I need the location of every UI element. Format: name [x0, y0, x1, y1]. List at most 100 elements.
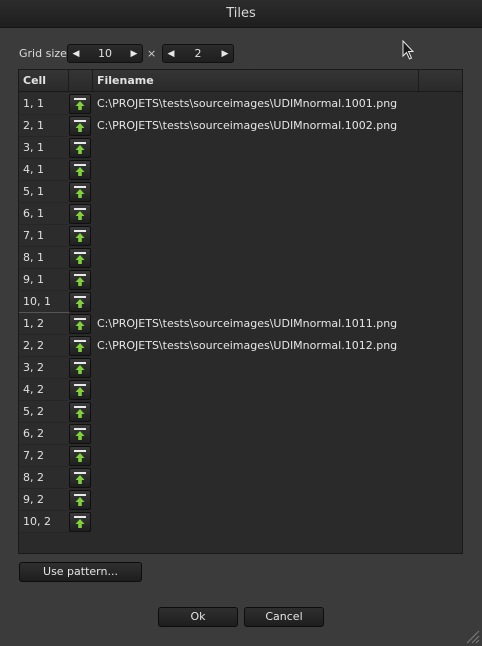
grid-rows-spinner[interactable]: ◀ 2 ▶: [162, 44, 234, 63]
load-file-icon: [74, 516, 86, 528]
table-row[interactable]: 4, 2: [19, 379, 462, 401]
load-file-icon: [74, 494, 86, 506]
table-row[interactable]: 3, 2: [19, 357, 462, 379]
ok-button[interactable]: Ok: [158, 607, 238, 627]
load-file-icon: [74, 340, 86, 352]
load-file-button[interactable]: [69, 446, 91, 466]
cell-label: 4, 1: [19, 159, 69, 181]
cell-label: 1, 1: [19, 93, 69, 115]
load-file-button[interactable]: [69, 182, 91, 202]
load-file-button[interactable]: [69, 314, 91, 334]
load-file-button[interactable]: [69, 512, 91, 532]
filename-text[interactable]: C:\PROJETS\tests\sourceimages\UDIMnormal…: [97, 93, 397, 115]
cell-label: 9, 2: [19, 489, 69, 511]
load-file-button[interactable]: [69, 336, 91, 356]
table-row[interactable]: 7, 2: [19, 445, 462, 467]
cell-label: 8, 1: [19, 247, 69, 269]
grid-cols-value[interactable]: 10: [84, 47, 126, 60]
table-row[interactable]: 6, 2: [19, 423, 462, 445]
resize-grip-icon[interactable]: [464, 628, 480, 644]
cell-label: 2, 1: [19, 115, 69, 137]
load-file-icon: [74, 274, 86, 286]
table-row[interactable]: 8, 2: [19, 467, 462, 489]
load-file-icon: [74, 406, 86, 418]
cell-label: 8, 2: [19, 467, 69, 489]
table-row[interactable]: 8, 1: [19, 247, 462, 269]
table-row[interactable]: 4, 1: [19, 159, 462, 181]
load-file-icon: [74, 362, 86, 374]
mouse-cursor-icon: [402, 40, 415, 60]
table-row[interactable]: 6, 1: [19, 203, 462, 225]
load-file-button[interactable]: [69, 226, 91, 246]
group-separator: [19, 312, 69, 313]
load-file-button[interactable]: [69, 116, 91, 136]
cell-label: 5, 2: [19, 401, 69, 423]
table-row[interactable]: 10, 1: [19, 291, 462, 313]
load-file-button[interactable]: [69, 138, 91, 158]
filename-text[interactable]: C:\PROJETS\tests\sourceimages\UDIMnormal…: [97, 115, 397, 137]
table-header: Cell Filename: [19, 70, 462, 92]
cell-label: 7, 1: [19, 225, 69, 247]
load-file-button[interactable]: [69, 402, 91, 422]
grid-rows-value[interactable]: 2: [179, 47, 217, 60]
load-file-icon: [74, 472, 86, 484]
load-file-button[interactable]: [69, 248, 91, 268]
load-file-icon: [74, 296, 86, 308]
window-title: Tiles: [226, 6, 256, 21]
load-file-button[interactable]: [69, 424, 91, 444]
table-row[interactable]: 1, 1 C:\PROJETS\tests\sourceimages\UDIMno…: [19, 93, 462, 115]
filename-text[interactable]: C:\PROJETS\tests\sourceimages\UDIMnormal…: [97, 313, 397, 335]
cell-label: 1, 2: [19, 313, 69, 335]
use-pattern-button[interactable]: Use pattern...: [19, 562, 142, 582]
load-file-icon: [74, 120, 86, 132]
header-cell[interactable]: Cell: [19, 70, 69, 91]
load-file-button[interactable]: [69, 204, 91, 224]
load-file-button[interactable]: [69, 292, 91, 312]
load-file-icon: [74, 428, 86, 440]
table-row[interactable]: 5, 1: [19, 181, 462, 203]
cancel-button[interactable]: Cancel: [244, 607, 324, 627]
table-row[interactable]: 9, 2: [19, 489, 462, 511]
arrow-right-icon[interactable]: ▶: [126, 45, 142, 62]
arrow-left-icon[interactable]: ◀: [163, 45, 179, 62]
filename-text[interactable]: C:\PROJETS\tests\sourceimages\UDIMnormal…: [97, 335, 397, 357]
cell-label: 10, 2: [19, 511, 69, 533]
load-file-button[interactable]: [69, 490, 91, 510]
table-row[interactable]: 10, 2: [19, 511, 462, 533]
table-row[interactable]: 2, 1 C:\PROJETS\tests\sourceimages\UDIMno…: [19, 115, 462, 137]
load-file-icon: [74, 186, 86, 198]
load-file-icon: [74, 318, 86, 330]
cell-label: 4, 2: [19, 379, 69, 401]
load-file-button[interactable]: [69, 270, 91, 290]
grid-size-label: Grid size:: [19, 47, 71, 60]
table-row[interactable]: 9, 1: [19, 269, 462, 291]
load-file-icon: [74, 164, 86, 176]
cell-label: 2, 2: [19, 335, 69, 357]
load-file-button[interactable]: [69, 160, 91, 180]
header-button-column[interactable]: [69, 70, 93, 91]
load-file-icon: [74, 208, 86, 220]
table-row[interactable]: 2, 2 C:\PROJETS\tests\sourceimages\UDIMno…: [19, 335, 462, 357]
grid-cols-spinner[interactable]: ◀ 10 ▶: [67, 44, 143, 63]
arrow-left-icon[interactable]: ◀: [68, 45, 84, 62]
cell-label: 6, 1: [19, 203, 69, 225]
tiles-table: Cell Filename 1, 1 C:\PROJETS\tests\sourc…: [18, 69, 463, 554]
cell-label: 3, 1: [19, 137, 69, 159]
cell-label: 3, 2: [19, 357, 69, 379]
table-row[interactable]: 7, 1: [19, 225, 462, 247]
load-file-icon: [74, 98, 86, 110]
grid-times-sign: ×: [147, 47, 157, 60]
cell-label: 7, 2: [19, 445, 69, 467]
table-row[interactable]: 1, 2 C:\PROJETS\tests\sourceimages\UDIMno…: [19, 313, 462, 335]
cell-label: 9, 1: [19, 269, 69, 291]
load-file-button[interactable]: [69, 380, 91, 400]
load-file-button[interactable]: [69, 94, 91, 114]
cell-label: 10, 1: [19, 291, 69, 313]
load-file-button[interactable]: [69, 358, 91, 378]
table-row[interactable]: 3, 1: [19, 137, 462, 159]
table-row[interactable]: 5, 2: [19, 401, 462, 423]
arrow-right-icon[interactable]: ▶: [217, 45, 233, 62]
header-filename[interactable]: Filename: [93, 70, 419, 91]
load-file-icon: [74, 450, 86, 462]
load-file-button[interactable]: [69, 468, 91, 488]
